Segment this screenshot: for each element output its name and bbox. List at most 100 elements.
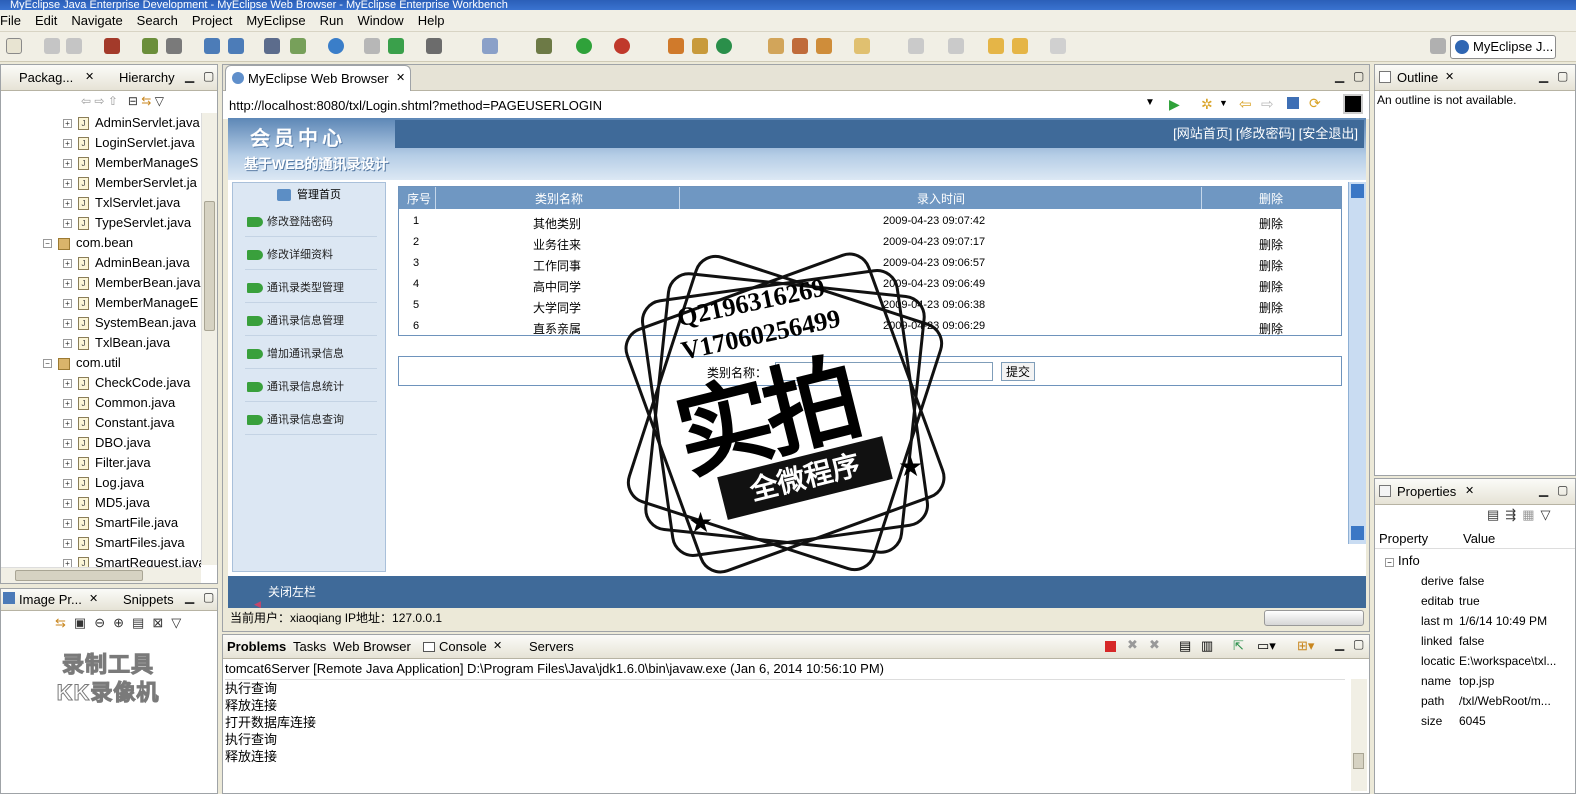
pin-icon[interactable] xyxy=(792,38,808,54)
web-home-item[interactable]: 管理首页 xyxy=(277,187,341,203)
browser-back-icon[interactable]: ⇦ xyxy=(1239,95,1252,113)
tree-file-item[interactable]: + J LoginServlet.java xyxy=(63,133,195,153)
terminate-icon[interactable] xyxy=(1105,641,1116,652)
property-row[interactable]: derive false xyxy=(1375,571,1566,591)
package-icon[interactable] xyxy=(482,38,498,54)
remove-launch-icon[interactable]: ✖ xyxy=(1127,637,1138,653)
run-server-icon[interactable] xyxy=(228,38,244,54)
minimize-icon[interactable]: ▁ xyxy=(185,590,194,604)
expand-icon[interactable]: + xyxy=(63,499,72,509)
run-icon[interactable] xyxy=(576,38,592,54)
tree-file-item[interactable]: + J AdminServlet.java xyxy=(63,113,200,133)
maximize-icon[interactable]: ▢ xyxy=(1557,483,1568,497)
tab-properties[interactable]: Properties xyxy=(1397,484,1456,499)
stop-icon[interactable] xyxy=(1287,97,1299,109)
maximize-icon[interactable]: ▢ xyxy=(1557,69,1568,83)
forward-nav-icon[interactable]: ⇨ xyxy=(94,94,104,108)
close-icon[interactable]: ✕ xyxy=(1465,484,1474,497)
tree-file-item[interactable]: + J Common.java xyxy=(63,393,175,413)
new-package-icon[interactable] xyxy=(692,38,708,54)
menu-navigate[interactable]: Navigate xyxy=(64,10,129,32)
expand-icon[interactable]: + xyxy=(63,539,72,549)
minimize-icon[interactable]: ▁ xyxy=(1539,69,1548,83)
scrollbar-thumb[interactable] xyxy=(204,201,215,331)
display-console-icon[interactable]: ▭▾ xyxy=(1257,638,1276,654)
expand-icon[interactable]: + xyxy=(63,159,72,169)
close-icon[interactable]: ✕ xyxy=(493,639,502,652)
jsp-icon[interactable] xyxy=(290,38,306,54)
expand-icon[interactable]: + xyxy=(63,459,72,469)
open-type-icon[interactable] xyxy=(768,38,784,54)
save-icon[interactable] xyxy=(44,38,60,54)
browser-forward-icon[interactable]: ⇨ xyxy=(1261,95,1274,113)
tab-console[interactable]: Console xyxy=(439,639,487,654)
box-icon[interactable] xyxy=(104,38,120,54)
collapse-icon[interactable]: − xyxy=(1385,558,1394,567)
tree-file-item[interactable]: + J MemberManageE xyxy=(63,293,198,313)
tree-file-item[interactable]: + J Constant.java xyxy=(63,413,175,433)
expand-icon[interactable]: + xyxy=(63,319,72,329)
close-icon[interactable]: ✕ xyxy=(89,592,98,605)
expand-icon[interactable]: + xyxy=(63,479,72,489)
tree-file-item[interactable]: + J MD5.java xyxy=(63,493,150,513)
minimize-icon[interactable]: ▁ xyxy=(185,69,194,83)
scroll-down-button[interactable] xyxy=(1351,526,1364,540)
tree-file-item[interactable]: + J MemberBean.java xyxy=(63,273,201,293)
expand-icon[interactable]: + xyxy=(63,379,72,389)
property-row[interactable]: last m 1/6/14 10:49 PM xyxy=(1375,611,1566,631)
minimize-icon[interactable]: ▁ xyxy=(1335,637,1344,651)
maximize-icon[interactable]: ▢ xyxy=(1353,69,1364,83)
close-icon[interactable]: ✕ xyxy=(1445,70,1454,83)
print-icon[interactable] xyxy=(66,38,82,54)
web-menu-item[interactable]: 通讯录类型管理 xyxy=(245,273,377,303)
maximize-icon[interactable]: ▢ xyxy=(203,69,214,83)
web-menu-item[interactable]: 通讯录信息统计 xyxy=(245,372,377,402)
wizard-icon[interactable] xyxy=(264,38,280,54)
back-icon[interactable] xyxy=(1012,38,1028,54)
view-menu-icon[interactable]: ▽ xyxy=(171,615,189,630)
open-console-icon[interactable]: ⊞▾ xyxy=(1297,638,1314,654)
zoom-out-icon[interactable]: ⊖ xyxy=(94,615,113,630)
delete-link[interactable]: 删除 xyxy=(1259,215,1283,232)
go-icon[interactable]: ▶ xyxy=(1169,96,1180,113)
tree-file-item[interactable]: + J SystemBean.java xyxy=(63,313,196,333)
external-tools-icon[interactable] xyxy=(614,38,630,54)
refresh-icon[interactable] xyxy=(716,38,732,54)
tree-package-item[interactable]: − com.bean xyxy=(43,233,133,253)
tree-file-item[interactable]: + J MemberServlet.ja xyxy=(63,173,197,193)
expand-icon[interactable]: + xyxy=(63,339,72,349)
expand-icon[interactable]: + xyxy=(63,559,72,567)
expand-icon[interactable]: + xyxy=(63,439,72,449)
web-menu-item[interactable]: 通讯录信息管理 xyxy=(245,306,377,336)
web-scrollbar[interactable] xyxy=(1348,182,1366,544)
add-icon[interactable] xyxy=(388,38,404,54)
maximize-icon[interactable]: ▢ xyxy=(1353,637,1364,651)
link-editor-icon[interactable]: ⇆ xyxy=(141,94,151,108)
forward-icon[interactable] xyxy=(1050,38,1066,54)
tree-horizontal-scrollbar[interactable] xyxy=(1,567,201,583)
url-dropdown-icon[interactable]: ▼ xyxy=(1145,97,1155,108)
fit-window-icon[interactable]: ⊠ xyxy=(152,615,171,630)
property-row[interactable]: size 6045 xyxy=(1375,711,1566,731)
property-row[interactable]: name top.jsp xyxy=(1375,671,1566,691)
sync-icon[interactable]: ⇆ xyxy=(55,615,74,630)
new-class-icon[interactable] xyxy=(668,38,684,54)
close-left-link[interactable]: 关闭左栏 xyxy=(268,585,316,599)
server-icon[interactable] xyxy=(204,38,220,54)
scrollbar-thumb[interactable] xyxy=(15,570,143,581)
tree-file-item[interactable]: + J SmartFiles.java xyxy=(63,533,185,553)
wand-icon[interactable] xyxy=(364,38,380,54)
menu-search[interactable]: Search xyxy=(130,10,185,32)
tab-tasks[interactable]: Tasks xyxy=(293,639,326,654)
filter-icon[interactable]: ⇶ xyxy=(1505,507,1522,522)
globe-icon[interactable] xyxy=(328,38,344,54)
collapse-all-icon[interactable]: ⊟ xyxy=(128,94,138,108)
web-menu-item[interactable]: 增加通讯录信息 xyxy=(245,339,377,369)
expand-icon[interactable]: + xyxy=(63,519,72,529)
tree-vertical-scrollbar[interactable] xyxy=(201,113,217,565)
build-icon[interactable] xyxy=(142,38,158,54)
next-annotation-icon[interactable] xyxy=(908,38,924,54)
collapse-icon[interactable]: − xyxy=(43,239,52,249)
menu-help[interactable]: Help xyxy=(411,10,452,32)
last-edit-icon[interactable] xyxy=(988,38,1004,54)
